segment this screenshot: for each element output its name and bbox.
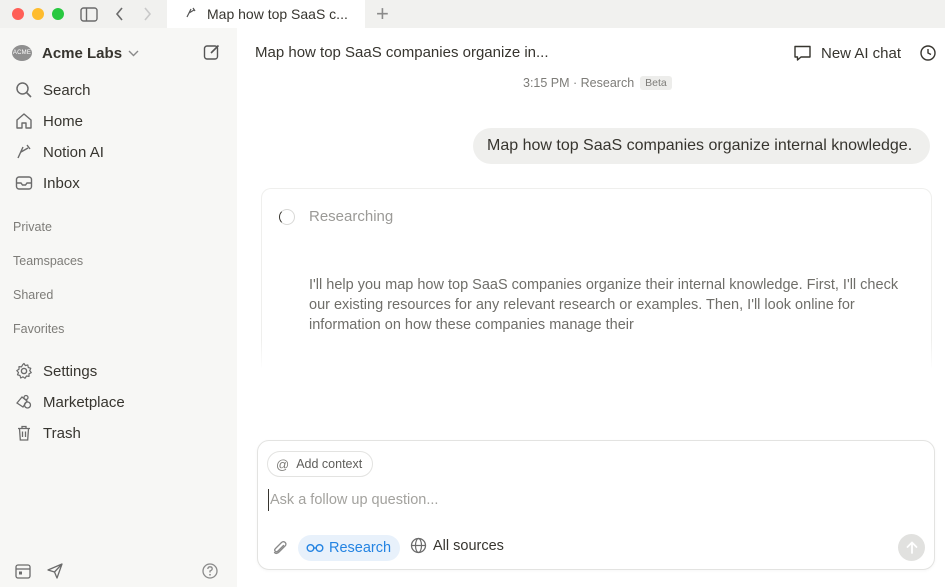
new-page-icon[interactable] bbox=[203, 43, 221, 61]
sidebar-toggle-icon[interactable] bbox=[80, 4, 98, 24]
sidebar-item-search[interactable]: Search bbox=[14, 79, 91, 101]
at-sign-icon: @ bbox=[276, 456, 290, 472]
inbox-icon bbox=[14, 173, 34, 193]
loading-spinner-icon bbox=[279, 208, 295, 225]
back-icon[interactable] bbox=[113, 4, 125, 24]
sidebar-item-label: Home bbox=[43, 112, 84, 130]
workspace-switcher[interactable]: ACME Acme Labs bbox=[12, 42, 139, 64]
sidebar-item-home[interactable]: Home bbox=[14, 110, 83, 132]
history-icon[interactable] bbox=[919, 44, 937, 62]
sidebar-item-label: Trash bbox=[43, 424, 81, 442]
sidebar-item-notion-ai[interactable]: Notion AI bbox=[14, 141, 104, 163]
research-status[interactable]: Researching bbox=[279, 208, 393, 225]
card-fade bbox=[261, 340, 932, 370]
send-button[interactable] bbox=[898, 534, 925, 561]
marketplace-icon bbox=[14, 392, 34, 412]
gear-icon bbox=[14, 361, 34, 381]
all-sources-label: All sources bbox=[433, 537, 504, 554]
title-bar: Map how top SaaS c... + bbox=[0, 0, 945, 28]
page-title: Map how top SaaS companies organize in..… bbox=[255, 44, 549, 61]
add-context-button[interactable]: @ Add context bbox=[267, 451, 374, 477]
user-message: Map how top SaaS companies organize inte… bbox=[473, 128, 930, 164]
user-message-text: Map how top SaaS companies organize inte… bbox=[487, 137, 913, 154]
new-ai-chat-button[interactable]: New AI chat bbox=[793, 44, 901, 62]
help-icon[interactable] bbox=[201, 562, 219, 580]
research-mode-toggle[interactable]: Research bbox=[298, 535, 401, 561]
workspace-name: Acme Labs bbox=[42, 44, 123, 62]
globe-icon bbox=[410, 537, 427, 554]
close-window-button[interactable] bbox=[12, 8, 24, 20]
arrow-up-icon bbox=[906, 541, 917, 554]
send-feedback-icon[interactable] bbox=[46, 562, 64, 580]
chevron-down-icon bbox=[128, 46, 139, 60]
chat-meta: 3:15 PM · Research Beta bbox=[523, 76, 672, 90]
all-sources-button[interactable]: All sources bbox=[410, 537, 504, 554]
ai-response-text: I'll help you map how top SaaS companies… bbox=[309, 277, 899, 333]
section-private[interactable]: Private bbox=[13, 220, 52, 234]
calendar-icon[interactable] bbox=[14, 562, 32, 580]
sidebar-item-label: Settings bbox=[43, 362, 98, 380]
sidebar-item-marketplace[interactable]: Marketplace bbox=[14, 391, 125, 413]
trash-icon bbox=[14, 423, 34, 443]
tab-title: Map how top SaaS c... bbox=[207, 6, 348, 22]
follow-up-input[interactable] bbox=[268, 489, 868, 511]
notion-ai-icon bbox=[185, 7, 199, 22]
beta-badge: Beta bbox=[640, 76, 672, 90]
chat-bubble-icon bbox=[794, 45, 811, 61]
sidebar-item-label: Inbox bbox=[43, 174, 80, 192]
workspace-logo: ACME bbox=[12, 45, 32, 61]
notion-ai-icon bbox=[14, 142, 34, 162]
sidebar-item-label: Search bbox=[43, 81, 91, 99]
research-mode-label: Research bbox=[329, 540, 392, 556]
add-context-label: Add context bbox=[296, 457, 363, 471]
sidebar-item-settings[interactable]: Settings bbox=[14, 360, 97, 382]
new-tab-button[interactable]: + bbox=[376, 2, 389, 26]
sidebar-item-label: Notion AI bbox=[43, 143, 104, 161]
glasses-icon bbox=[306, 544, 324, 552]
new-ai-chat-label: New AI chat bbox=[821, 44, 902, 62]
minimize-window-button[interactable] bbox=[32, 8, 44, 20]
sidebar-item-inbox[interactable]: Inbox bbox=[14, 172, 80, 194]
home-icon bbox=[14, 111, 34, 131]
section-favorites[interactable]: Favorites bbox=[13, 322, 64, 336]
sidebar-item-label: Marketplace bbox=[43, 393, 125, 411]
fullscreen-window-button[interactable] bbox=[52, 8, 64, 20]
forward-icon[interactable] bbox=[141, 4, 153, 24]
section-teamspaces[interactable]: Teamspaces bbox=[13, 254, 83, 268]
tab-active[interactable]: Map how top SaaS c... bbox=[167, 0, 365, 28]
research-status-label: Researching bbox=[309, 208, 394, 225]
search-icon bbox=[14, 80, 34, 100]
paperclip-icon[interactable] bbox=[271, 539, 289, 557]
chat-timestamp: 3:15 PM · Research bbox=[523, 76, 635, 90]
section-shared[interactable]: Shared bbox=[13, 288, 53, 302]
sidebar-item-trash[interactable]: Trash bbox=[14, 422, 81, 444]
